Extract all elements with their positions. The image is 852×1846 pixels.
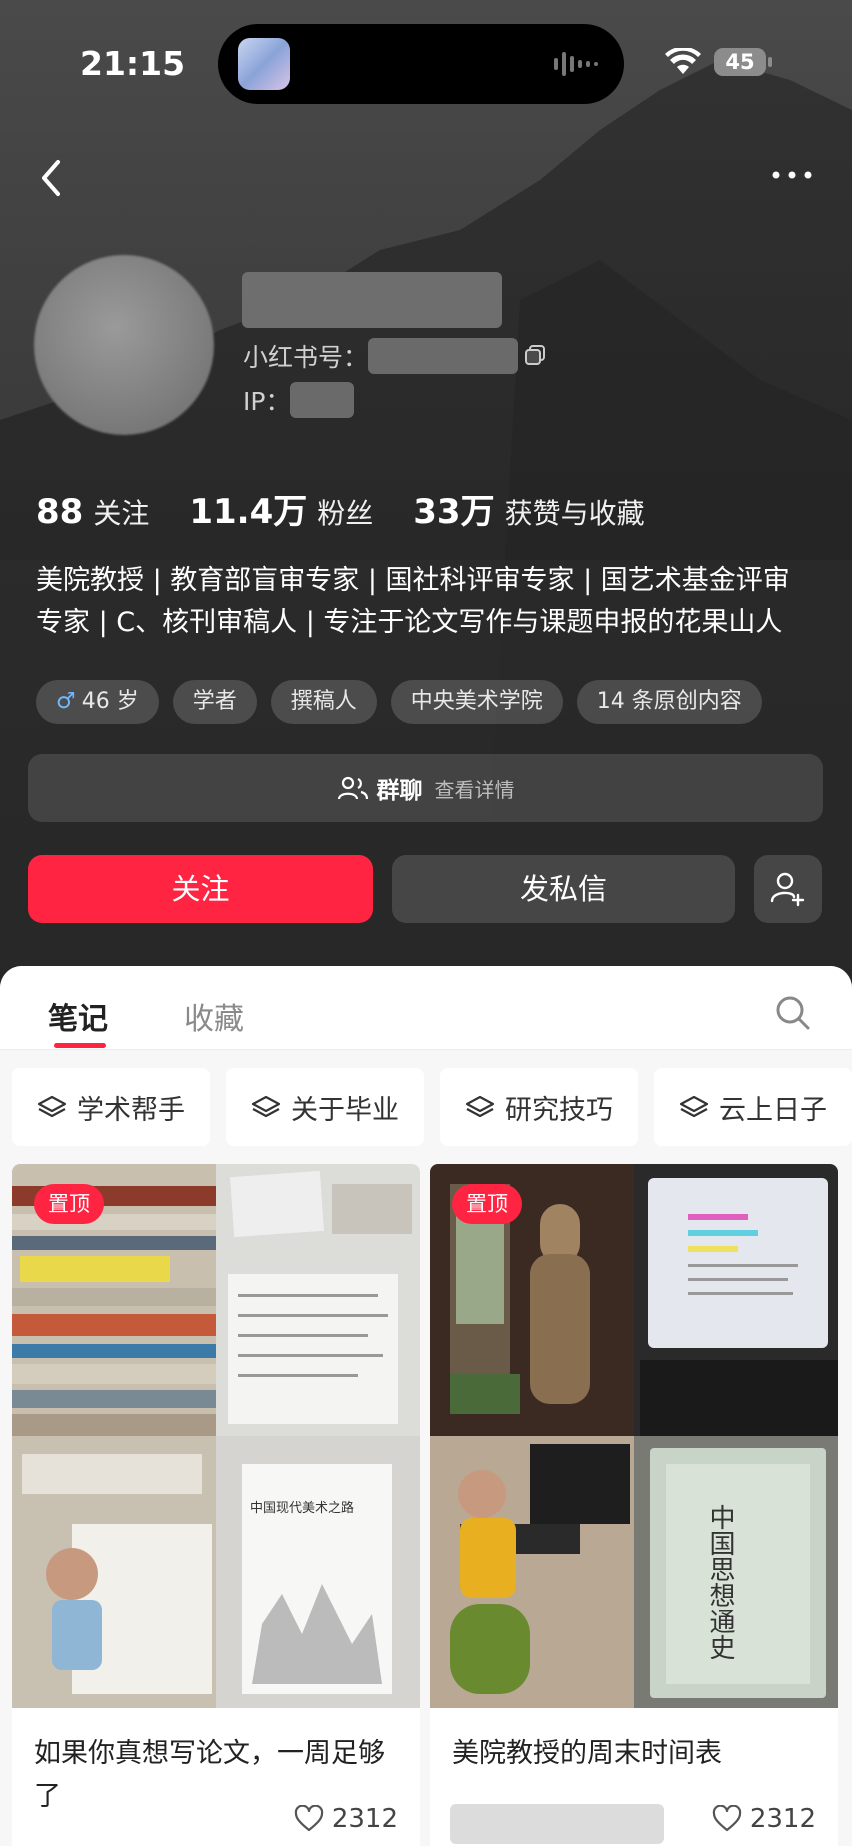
layers-icon — [465, 1095, 495, 1118]
battery-indicator: 45 — [714, 48, 772, 76]
book-title-text: 中国思想通史 — [705, 1504, 735, 1660]
stat-label: 关注 — [93, 497, 150, 530]
tag-original-count: 14 条原创内容 — [576, 680, 762, 724]
tab-collections[interactable]: 收藏 — [184, 994, 244, 1038]
chip-label: 关于毕业 — [291, 1094, 399, 1126]
profile-header-background: 21:15 45 小红书号： IP： 88 关注 11.4万 粉丝 33万 获赞… — [0, 0, 852, 990]
cover-photo-collage: 中国思想通史 — [430, 1164, 838, 1708]
more-options-icon[interactable] — [770, 166, 814, 184]
like-count-value: 2312 — [331, 1804, 398, 1834]
group-chat-detail: 查看详情 — [434, 777, 515, 802]
stat-value: 11.4万 — [189, 492, 308, 532]
tag-age: ♂ 46 岁 — [36, 680, 159, 724]
chip-graduation[interactable]: 关于毕业 — [226, 1068, 424, 1146]
like-count[interactable]: 2312 — [712, 1804, 816, 1834]
cover-photo-collage: 中国现代美术之路 — [12, 1164, 420, 1708]
pinned-badge: 置顶 — [34, 1184, 104, 1224]
stat-value: 33万 — [413, 492, 495, 532]
profile-stats: 88 关注 11.4万 粉丝 33万 获赞与收藏 — [36, 484, 685, 533]
tag-scholar: 学者 — [172, 680, 257, 724]
chip-cloud-days[interactable]: 云上日子 — [654, 1068, 852, 1146]
status-time: 21:15 — [80, 44, 186, 83]
bio-line: 专家 | C、核刊审稿人 | 专注于论文写作与课题申报的花果山人 — [36, 607, 783, 638]
wifi-icon — [665, 48, 701, 74]
notes-sheet: 笔记 收藏 学术帮手 关于毕业 研究技巧 云上日子 中国现代美术之路 置顶 如果… — [0, 966, 852, 1846]
pinned-badge: 置顶 — [452, 1184, 522, 1224]
heart-icon — [294, 1805, 323, 1832]
stat-label: 粉丝 — [317, 497, 374, 530]
add-friend-button[interactable] — [754, 855, 822, 923]
like-count-value: 2312 — [749, 1804, 816, 1834]
like-count[interactable]: 2312 — [294, 1804, 398, 1834]
stat-following[interactable]: 88 关注 — [36, 492, 149, 532]
send-message-button[interactable]: 发私信 — [392, 855, 735, 923]
user-id-label: 小红书号： — [243, 343, 369, 372]
book-title-text: 中国现代美术之路 — [250, 1500, 354, 1516]
note-card[interactable]: 中国现代美术之路 置顶 如果你真想写论文，一周足够了 2312 — [12, 1164, 420, 1846]
ip-label: IP： — [243, 387, 291, 416]
stat-label: 获赞与收藏 — [504, 497, 645, 530]
follow-button[interactable]: 关注 — [28, 855, 373, 923]
chip-academic-helper[interactable]: 学术帮手 — [12, 1068, 210, 1146]
heart-icon — [712, 1805, 741, 1832]
search-icon[interactable] — [774, 994, 812, 1032]
note-cover-image: 中国思想通史 置顶 — [430, 1164, 838, 1708]
group-chat-title: 群聊 — [376, 778, 423, 804]
stat-followers[interactable]: 11.4万 粉丝 — [189, 484, 373, 533]
layers-icon — [37, 1095, 67, 1118]
audio-wave-icon — [554, 52, 598, 76]
profile-bio: 美院教授 | 教育部盲审专家 | 国社科评审专家 | 国艺术基金评审 专家 | … — [36, 560, 826, 644]
add-user-icon — [770, 872, 805, 907]
username-redacted — [242, 272, 502, 328]
active-tab-indicator — [54, 1043, 106, 1048]
dynamic-island — [218, 24, 624, 104]
note-card[interactable]: 中国思想通史 置顶 美院教授的周末时间表 2312 — [430, 1164, 838, 1846]
stat-value: 88 — [36, 492, 84, 532]
avatar[interactable] — [34, 255, 214, 435]
copy-icon[interactable] — [524, 344, 546, 366]
now-playing-app-icon — [238, 38, 290, 90]
profile-tags: ♂ 46 岁 学者 撰稿人 中央美术学院 14 条原创内容 — [36, 680, 776, 724]
male-icon: ♂ — [56, 689, 76, 714]
group-icon — [337, 776, 368, 800]
layers-icon — [679, 1095, 709, 1118]
tag-label: 46 岁 — [81, 689, 139, 714]
note-cover-image: 中国现代美术之路 置顶 — [12, 1164, 420, 1708]
collection-chips: 学术帮手 关于毕业 研究技巧 云上日子 — [12, 1068, 852, 1146]
layers-icon — [251, 1095, 281, 1118]
user-id-redacted — [368, 338, 518, 374]
ip-location-redacted — [290, 382, 354, 418]
status-bar: 21:15 45 — [0, 0, 852, 110]
tag-writer: 撰稿人 — [270, 680, 377, 724]
tab-notes[interactable]: 笔记 — [48, 994, 108, 1038]
chip-label: 云上日子 — [719, 1094, 827, 1126]
tag-school[interactable]: 中央美术学院 — [390, 680, 563, 724]
group-chat-entry[interactable]: 群聊 查看详情 — [28, 754, 823, 822]
content-tabs: 笔记 收藏 — [0, 966, 852, 1050]
chip-label: 学术帮手 — [77, 1094, 185, 1126]
profile-page: 21:15 45 小红书号： IP： 88 关注 11.4万 粉丝 33万 获赞… — [0, 0, 852, 1846]
note-title: 美院教授的周末时间表 — [452, 1738, 722, 1769]
chip-label: 研究技巧 — [505, 1094, 613, 1126]
stat-likes-collects[interactable]: 33万 获赞与收藏 — [413, 484, 644, 533]
author-redacted — [450, 1804, 664, 1844]
chip-research-skills[interactable]: 研究技巧 — [440, 1068, 638, 1146]
bio-line: 美院教授 | 教育部盲审专家 | 国社科评审专家 | 国艺术基金评审 — [36, 565, 790, 596]
back-icon[interactable] — [36, 156, 66, 200]
